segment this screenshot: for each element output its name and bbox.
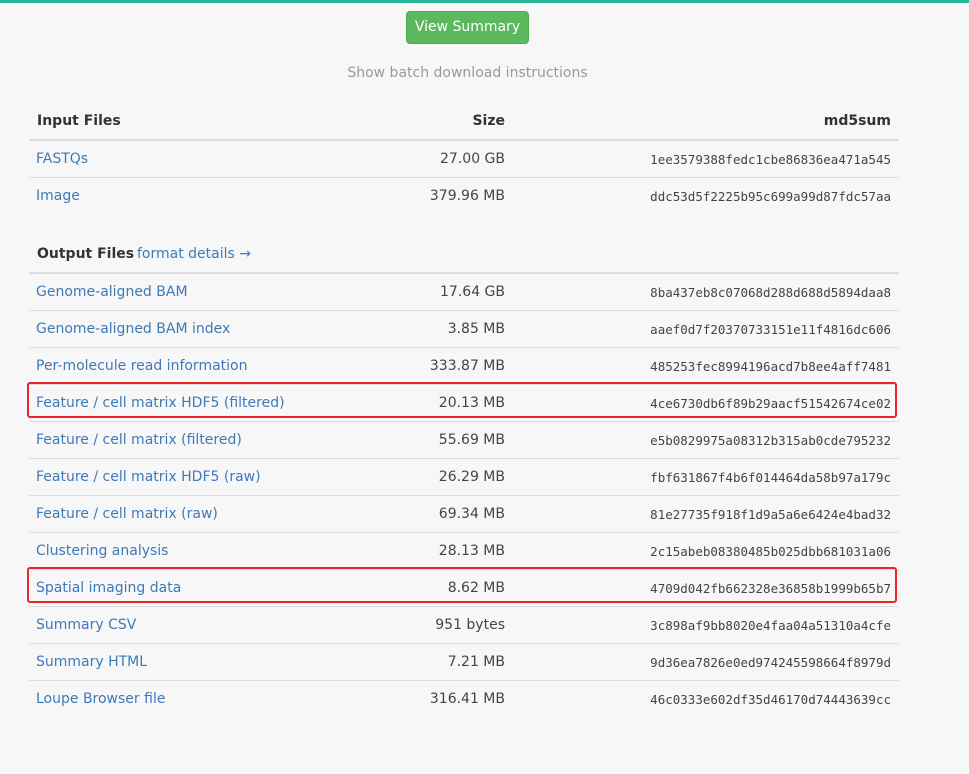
table-row: Spatial imaging data 8.62 MB 4709d042fb662… <box>29 570 899 607</box>
file-link[interactable]: Summary HTML <box>36 654 147 670</box>
batch-download-link[interactable]: Show batch download instructions <box>0 65 935 81</box>
file-md5sum: 46c0333e602df35d46170d74443639cc <box>650 692 891 707</box>
top-accent-line <box>0 0 969 3</box>
table-row: Clustering analysis 28.13 MB 2c15abeb08380… <box>29 533 899 570</box>
view-summary-button[interactable]: View Summary <box>406 11 529 44</box>
file-md5sum: fbf631867f4b6f014464da58b97a179c <box>650 470 891 485</box>
file-md5sum: 3c898af9bb8020e4faa04a51310a4cfe <box>650 618 891 633</box>
file-size: 316.41 MB <box>429 691 505 707</box>
file-md5sum: 8ba437eb8c07068d288d688d5894daa8 <box>650 285 891 300</box>
table-row: Feature / cell matrix (filtered) 55.69 MB… <box>29 422 899 459</box>
file-md5sum: 9d36ea7826e0ed974245598664f8979d <box>650 655 891 670</box>
file-size: 20.13 MB <box>438 395 505 411</box>
table-row: Genome-aligned BAM index 3.85 MB aaef0d7f2… <box>29 311 899 348</box>
table-row: Feature / cell matrix HDF5 (raw) 26.29 MB… <box>29 459 899 496</box>
file-size: 27.00 GB <box>440 151 505 167</box>
file-link[interactable]: Genome-aligned BAM <box>36 284 188 300</box>
file-link[interactable]: Clustering analysis <box>36 543 168 559</box>
size-heading: Size <box>472 113 505 129</box>
file-md5sum: 1ee3579388fedc1cbe86836ea471a545 <box>650 152 891 167</box>
input-files-table: Input Files Size md5sum FASTQs 27.00 GB 1e… <box>29 101 899 215</box>
md5-heading: md5sum <box>823 113 891 129</box>
output-files-rows: Genome-aligned BAM 17.64 GB 8ba437eb8c0706… <box>29 274 899 718</box>
file-md5sum: aaef0d7f20370733151e11f4816dc606 <box>650 322 891 337</box>
file-link[interactable]: Feature / cell matrix (filtered) <box>36 432 242 448</box>
file-size: 55.69 MB <box>438 432 505 448</box>
input-files-header: Input Files Size md5sum <box>29 101 899 141</box>
file-link[interactable]: Spatial imaging data <box>36 580 181 596</box>
format-details-link[interactable]: format details → <box>137 246 251 262</box>
file-link[interactable]: Genome-aligned BAM index <box>36 321 230 337</box>
table-row: Genome-aligned BAM 17.64 GB 8ba437eb8c0706… <box>29 274 899 311</box>
file-size: 8.62 MB <box>447 580 505 596</box>
table-row: Loupe Browser file 316.41 MB 46c0333e602df… <box>29 681 899 718</box>
output-files-heading: Output Files <box>37 246 135 262</box>
file-size: 379.96 MB <box>429 188 505 204</box>
file-size: 28.13 MB <box>438 543 505 559</box>
output-files-table: Output Files format details → Genome-ali… <box>29 234 899 718</box>
table-row: Feature / cell matrix (raw) 69.34 MB 81e27… <box>29 496 899 533</box>
table-row: Summary HTML 7.21 MB 9d36ea7826e0ed9742455… <box>29 644 899 681</box>
table-row: Summary CSV 951 bytes 3c898af9bb8020e4faa0… <box>29 607 899 644</box>
input-files-heading: Input Files <box>37 113 121 129</box>
file-size: 17.64 GB <box>440 284 505 300</box>
output-files-header: Output Files format details → <box>29 234 899 274</box>
table-row: Image 379.96 MB ddc53d5f2225b95c699a99d87f… <box>29 178 899 215</box>
file-md5sum: 485253fec8994196acd7b8ee4aff7481 <box>650 359 891 374</box>
file-link[interactable]: Image <box>36 188 80 204</box>
file-md5sum: e5b0829975a08312b315ab0cde795232 <box>650 433 891 448</box>
file-md5sum: ddc53d5f2225b95c699a99d87fdc57aa <box>650 189 891 204</box>
file-size: 3.85 MB <box>447 321 505 337</box>
file-link[interactable]: Feature / cell matrix (raw) <box>36 506 218 522</box>
input-files-rows: FASTQs 27.00 GB 1ee3579388fedc1cbe86836ea4… <box>29 141 899 215</box>
file-size: 69.34 MB <box>438 506 505 522</box>
table-row: Per-molecule read information 333.87 MB 48… <box>29 348 899 385</box>
file-size: 26.29 MB <box>438 469 505 485</box>
file-md5sum: 4ce6730db6f89b29aacf51542674ce02 <box>650 396 891 411</box>
table-row: FASTQs 27.00 GB 1ee3579388fedc1cbe86836ea4… <box>29 141 899 178</box>
file-link[interactable]: Feature / cell matrix HDF5 (raw) <box>36 469 261 485</box>
file-link[interactable]: Loupe Browser file <box>36 691 165 707</box>
table-row: Feature / cell matrix HDF5 (filtered) 20.… <box>29 385 899 422</box>
file-size: 951 bytes <box>435 617 505 633</box>
file-link[interactable]: Feature / cell matrix HDF5 (filtered) <box>36 395 285 411</box>
file-md5sum: 81e27735f918f1d9a5a6e6424e4bad32 <box>650 507 891 522</box>
file-md5sum: 4709d042fb662328e36858b1999b65b7 <box>650 581 891 596</box>
file-size: 333.87 MB <box>429 358 505 374</box>
file-size: 7.21 MB <box>447 654 505 670</box>
file-md5sum: 2c15abeb08380485b025dbb681031a06 <box>650 544 891 559</box>
file-link[interactable]: FASTQs <box>36 151 88 167</box>
file-link[interactable]: Summary CSV <box>36 617 136 633</box>
file-link[interactable]: Per-molecule read information <box>36 358 247 374</box>
